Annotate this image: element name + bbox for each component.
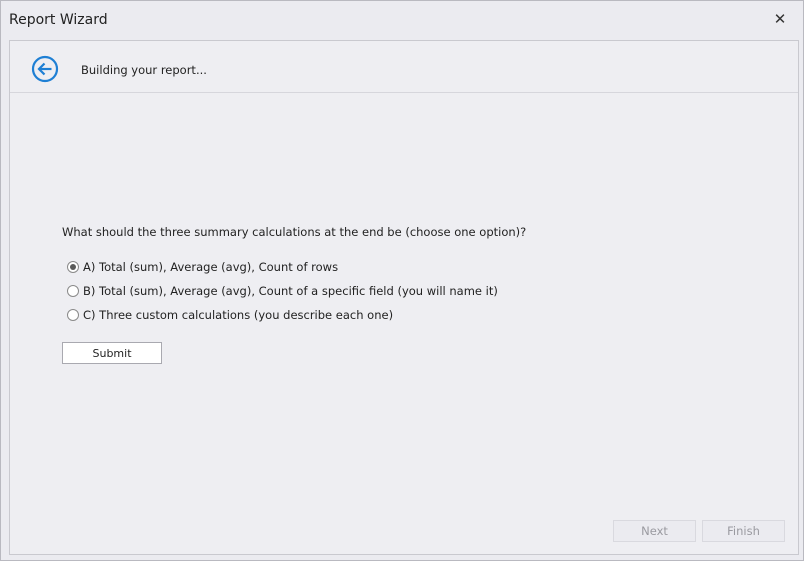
- option-c[interactable]: C) Three custom calculations (you descri…: [67, 306, 393, 324]
- report-wizard-window: Report Wizard ✕ Building your report... …: [0, 0, 804, 561]
- option-b-label: B) Total (sum), Average (avg), Count of …: [83, 284, 498, 298]
- option-a[interactable]: A) Total (sum), Average (avg), Count of …: [67, 258, 338, 276]
- wizard-content: Building your report... What should the …: [9, 40, 799, 555]
- option-a-label: A) Total (sum), Average (avg), Count of …: [83, 260, 339, 274]
- status-text: Building your report...: [81, 63, 207, 77]
- question-text: What should the three summary calculatio…: [62, 225, 527, 239]
- wizard-header: Building your report...: [10, 41, 798, 93]
- radio-button-b[interactable]: [67, 285, 79, 297]
- submit-button[interactable]: Submit: [62, 342, 162, 364]
- option-b[interactable]: B) Total (sum), Average (avg), Count of …: [67, 282, 498, 300]
- finish-button[interactable]: Finish: [702, 520, 785, 542]
- next-button[interactable]: Next: [613, 520, 696, 542]
- radio-button-a[interactable]: [67, 261, 79, 273]
- title-bar: Report Wizard ✕: [1, 1, 803, 39]
- back-arrow-icon[interactable]: [31, 55, 59, 83]
- radio-button-c[interactable]: [67, 309, 79, 321]
- option-c-label: C) Three custom calculations (you descri…: [83, 308, 394, 322]
- close-icon[interactable]: ✕: [771, 10, 789, 28]
- window-title: Report Wizard: [9, 12, 108, 28]
